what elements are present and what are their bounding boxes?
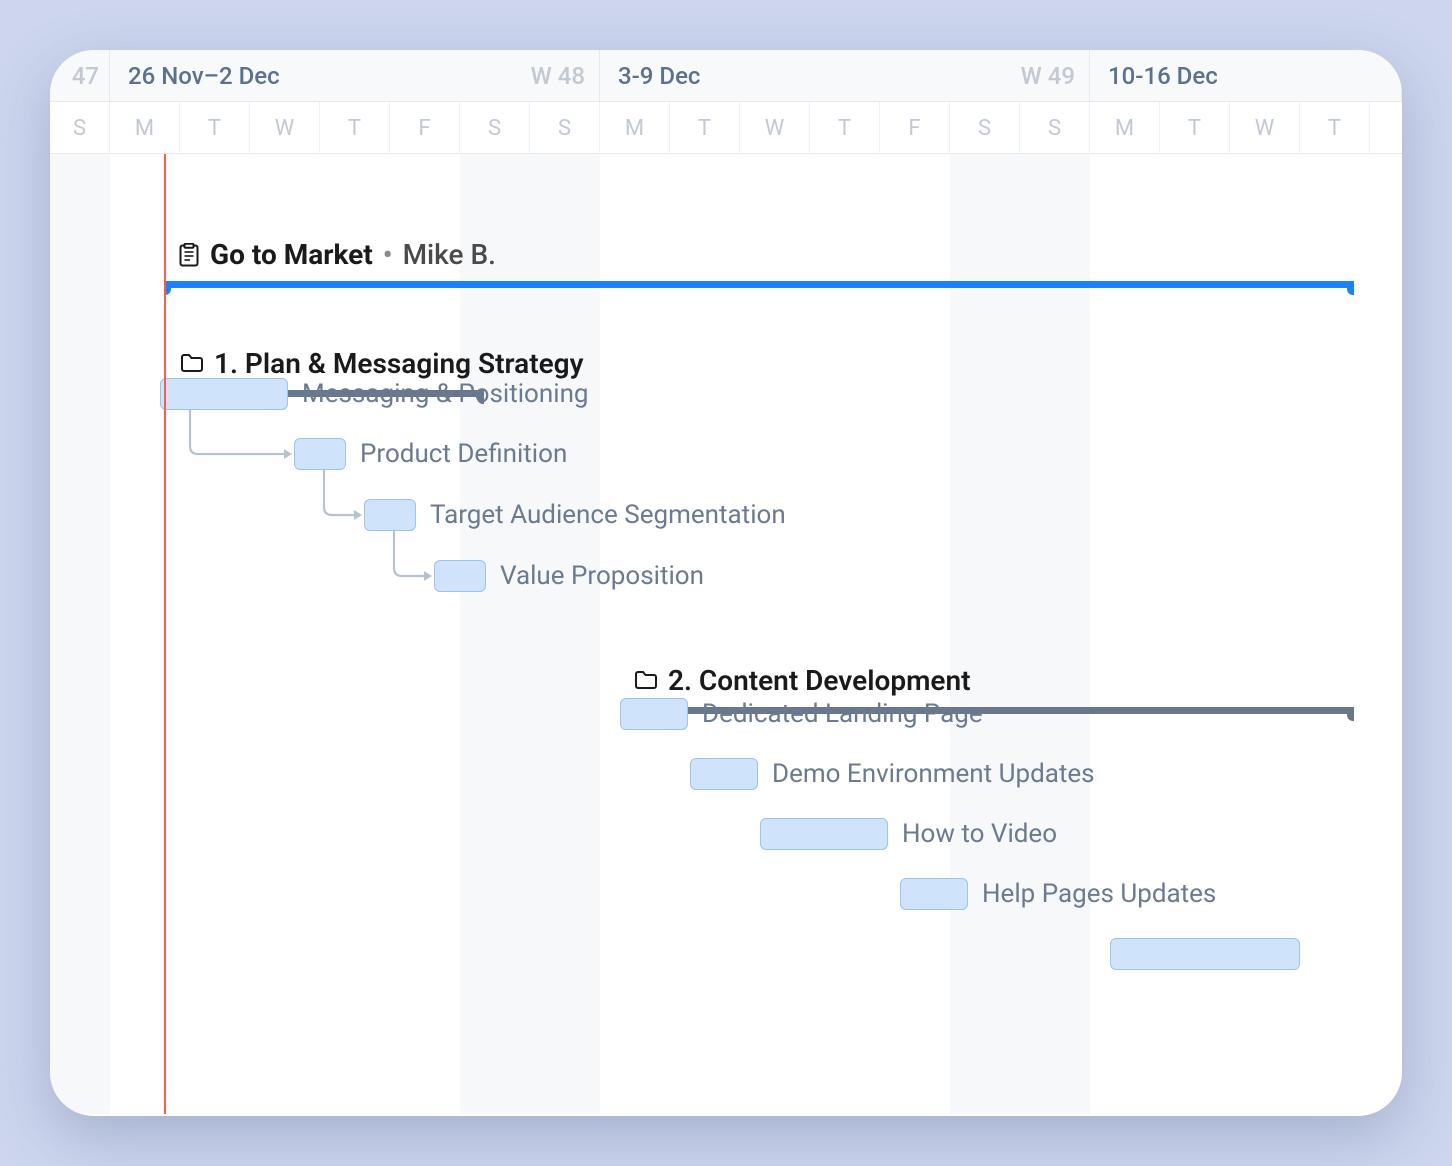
week-range-label: 3-9 Dec <box>618 62 700 90</box>
weekend-column <box>460 154 530 1114</box>
day-header-cell: M <box>110 102 180 154</box>
day-header-cell: S <box>1020 102 1090 154</box>
day-header-cell: T <box>1300 102 1370 154</box>
task-row[interactable]: Target Audience Segmentation <box>364 499 786 531</box>
day-header-cell: W <box>740 102 810 154</box>
task-bar[interactable] <box>294 438 346 470</box>
week-number-label: 47 <box>72 62 99 90</box>
project-title: Go to Market <box>210 238 373 271</box>
task-row[interactable]: Help Pages Updates <box>900 878 1216 910</box>
day-header-cell: T <box>810 102 880 154</box>
day-header-cell: T <box>320 102 390 154</box>
day-header-cell: M <box>1090 102 1160 154</box>
day-header-cell: T <box>670 102 740 154</box>
project-header[interactable]: Go to Market • Mike B. <box>50 238 1402 293</box>
week-range-label: 10-16 Dec <box>1108 62 1218 90</box>
day-header-cell: S <box>50 102 110 154</box>
task-bar[interactable] <box>1110 938 1300 970</box>
task-label: Help Pages Updates <box>982 879 1216 909</box>
task-bar[interactable] <box>690 758 758 790</box>
task-row[interactable]: Messaging & Positioning <box>160 378 589 410</box>
gantt-content[interactable]: Go to Market • Mike B. 1. Plan & Messagi… <box>50 154 1402 1114</box>
day-header-cell: S <box>460 102 530 154</box>
week-header: 10-16 Dec <box>1090 50 1402 102</box>
group-title: 1. Plan & Messaging Strategy <box>214 347 584 380</box>
weekend-column <box>1020 154 1090 1114</box>
gantt-view: 47 26 Nov–2 Dec W 48 3-9 Dec W 49 10-16 Dec S… <box>50 50 1402 1116</box>
weekend-column <box>50 154 110 1114</box>
group-header[interactable]: 2. Content Development <box>50 664 1402 697</box>
timeline-day-row: SMTWTFSSMTWTFSSMTWT <box>50 102 1402 154</box>
timeline-week-row: 47 26 Nov–2 Dec W 48 3-9 Dec W 49 10-16 Dec <box>50 50 1402 102</box>
weekend-column <box>950 154 1020 1114</box>
separator-dot: • <box>383 238 393 271</box>
task-label: How to Video <box>902 819 1057 849</box>
task-bar[interactable] <box>760 818 888 850</box>
project-owner: Mike B. <box>403 238 496 271</box>
folder-icon <box>180 353 204 375</box>
group-header[interactable]: 1. Plan & Messaging Strategy <box>50 347 1402 380</box>
day-header-cell: M <box>600 102 670 154</box>
week-range-label: 26 Nov–2 Dec <box>128 62 280 90</box>
week-number-label: W 48 <box>531 62 585 90</box>
task-row[interactable]: Demo Environment Updates <box>690 758 1095 790</box>
task-bar[interactable] <box>434 560 486 592</box>
task-label: Dedicated Landing Page <box>702 699 983 729</box>
day-header-cell: S <box>950 102 1020 154</box>
week-header: 47 <box>50 50 110 102</box>
task-bar[interactable] <box>160 378 288 410</box>
day-header-cell: F <box>390 102 460 154</box>
day-header-cell: T <box>1160 102 1230 154</box>
day-header-cell: S <box>530 102 600 154</box>
clipboard-icon <box>178 242 200 268</box>
task-row[interactable]: Value Proposition <box>434 560 704 592</box>
task-label: Demo Environment Updates <box>772 759 1095 789</box>
task-row[interactable] <box>1110 938 1300 970</box>
task-row[interactable]: Product Definition <box>294 438 567 470</box>
task-bar[interactable] <box>620 698 688 730</box>
day-header-cell: W <box>1230 102 1300 154</box>
task-bar[interactable] <box>364 499 416 531</box>
day-header-cell: T <box>180 102 250 154</box>
task-row[interactable]: Dedicated Landing Page <box>620 698 983 730</box>
project-bracket[interactable] <box>50 281 1402 293</box>
week-number-label: W 49 <box>1021 62 1075 90</box>
day-header-cell: W <box>250 102 320 154</box>
task-label: Messaging & Positioning <box>302 379 589 409</box>
weekend-column <box>530 154 600 1114</box>
task-bar[interactable] <box>900 878 968 910</box>
week-header: 26 Nov–2 Dec W 48 <box>110 50 600 102</box>
day-header-cell: F <box>880 102 950 154</box>
week-header: 3-9 Dec W 49 <box>600 50 1090 102</box>
task-label: Value Proposition <box>500 561 704 591</box>
folder-icon <box>634 670 658 692</box>
task-label: Target Audience Segmentation <box>430 500 786 530</box>
today-indicator <box>164 154 166 1114</box>
task-row[interactable]: How to Video <box>760 818 1057 850</box>
task-label: Product Definition <box>360 439 567 469</box>
group-title: 2. Content Development <box>668 664 971 697</box>
